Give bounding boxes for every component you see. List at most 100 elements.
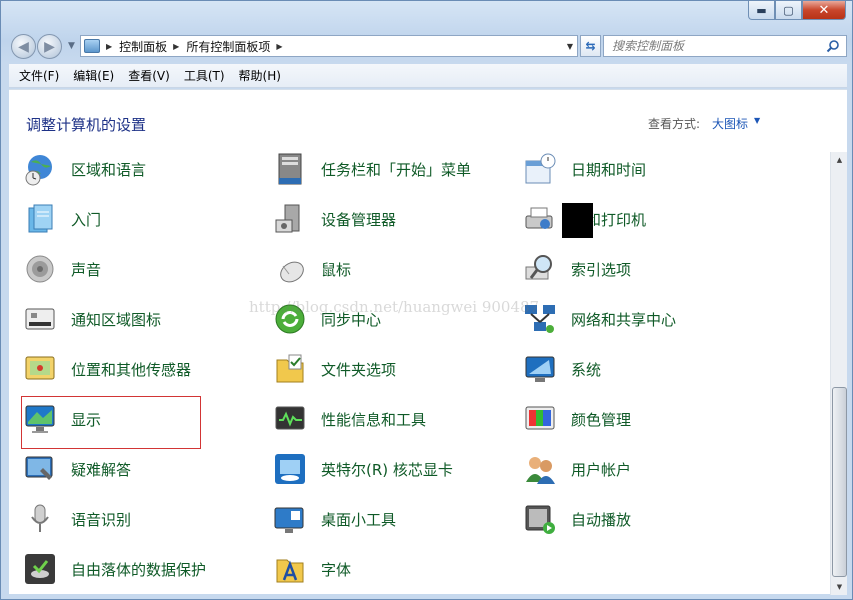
watermark: http://blog.csdn.net/huangwei 900487 <box>249 298 540 316</box>
window-frame: ▬ ▢ ✕ ◀ ▶ ▼ ▶ 控制面板 ▶ 所有控制面板项 ▶ ▼ ⇆ 文件(F)… <box>0 0 853 600</box>
item-color-management[interactable]: 颜色管理 <box>523 402 753 436</box>
item-taskbar-start[interactable]: 任务栏和「开始」菜单 <box>273 152 503 186</box>
chevron-right-icon[interactable]: ▶ <box>106 42 112 51</box>
taskbar-icon <box>278 153 302 185</box>
minimize-button[interactable]: ▬ <box>748 1 775 20</box>
item-device-manager[interactable]: 设备管理器 <box>273 202 503 236</box>
item-label: 英特尔(R) 核芯显卡 <box>321 460 453 479</box>
back-button[interactable]: ◀ <box>11 34 36 59</box>
item-label: 自动播放 <box>571 510 632 529</box>
chevron-down-icon[interactable]: ▼ <box>567 42 573 51</box>
recent-pages-dropdown[interactable]: ▼ <box>68 41 75 51</box>
menu-tools[interactable]: 工具(T) <box>184 67 225 84</box>
autoplay-icon <box>525 505 555 534</box>
gadgets-icon <box>274 507 304 533</box>
chevron-right-icon[interactable]: ▶ <box>276 42 282 51</box>
item-gadgets[interactable]: 桌面小工具 <box>273 502 503 536</box>
scroll-thumb[interactable] <box>832 387 847 577</box>
notification-icon <box>25 308 55 330</box>
globe-clock-icon <box>25 155 52 186</box>
menu-bar: 文件(F) 编辑(E) 查看(V) 工具(T) 帮助(H) <box>9 64 847 88</box>
items-grid: 区域和语言 入门 声音 通知区域图标 位置和其他传感器 显示 疑难解答 语音识别… <box>21 152 823 592</box>
item-label: 字体 <box>321 560 352 579</box>
item-label: 设备管理器 <box>321 210 397 229</box>
item-location-sensors[interactable]: 位置和其他传感器 <box>23 352 253 386</box>
maximize-button[interactable]: ▢ <box>775 1 802 20</box>
getting-started-icon <box>28 204 53 233</box>
item-region-language[interactable]: 区域和语言 <box>23 152 253 186</box>
display-highlight-box <box>21 396 201 449</box>
menu-help[interactable]: 帮助(H) <box>239 67 281 84</box>
scroll-up-icon[interactable]: ▲ <box>832 152 847 168</box>
caret-down-icon[interactable]: ▼ <box>754 116 760 125</box>
item-speech[interactable]: 语音识别 <box>23 502 253 536</box>
breadcrumb-control-panel[interactable]: 控制面板 <box>119 38 167 55</box>
mouse-icon <box>280 261 304 283</box>
close-button[interactable]: ✕ <box>802 1 846 20</box>
page-title: 调整计算机的设置 <box>26 116 147 134</box>
fonts-icon <box>276 559 304 583</box>
item-label: 日期和时间 <box>571 160 647 179</box>
caption-buttons: ▬ ▢ ✕ <box>748 1 846 20</box>
item-label: 颜色管理 <box>571 410 632 429</box>
item-label: 语音识别 <box>71 510 132 529</box>
intel-graphics-icon <box>275 454 305 484</box>
menu-view[interactable]: 查看(V) <box>128 67 170 84</box>
item-folder-options[interactable]: 文件夹选项 <box>273 352 503 386</box>
item-label: 声音 <box>71 260 102 279</box>
calendar-clock-icon <box>525 153 556 184</box>
device-manager-icon <box>275 204 300 233</box>
system-icon <box>525 356 555 382</box>
forward-button[interactable]: ▶ <box>37 34 62 59</box>
item-label: 位置和其他传感器 <box>71 360 192 379</box>
item-label: 性能信息和工具 <box>321 410 427 429</box>
refresh-button[interactable]: ⇆ <box>580 35 601 57</box>
item-network-sharing[interactable]: 网络和共享中心 <box>523 302 753 336</box>
item-label: 索引选项 <box>571 260 632 279</box>
item-label: 通知区域图标 <box>71 310 162 329</box>
item-label: 系统 <box>571 360 602 379</box>
item-label: 区域和语言 <box>71 160 147 179</box>
item-label: 任务栏和「开始」菜单 <box>321 160 472 179</box>
item-fonts[interactable]: 字体 <box>273 552 503 586</box>
item-autoplay[interactable]: 自动播放 <box>523 502 753 536</box>
redaction-box <box>562 203 593 238</box>
item-label: 网络和共享中心 <box>571 310 677 329</box>
address-bar[interactable]: ▶ 控制面板 ▶ 所有控制面板项 ▶ ▼ <box>80 35 578 57</box>
item-indexing[interactable]: 索引选项 <box>523 252 753 286</box>
item-getting-started[interactable]: 入门 <box>23 202 253 236</box>
item-sound[interactable]: 声音 <box>23 252 253 286</box>
item-performance[interactable]: 性能信息和工具 <box>273 402 503 436</box>
menu-edit[interactable]: 编辑(E) <box>73 67 114 84</box>
search-input[interactable] <box>612 36 822 56</box>
item-system[interactable]: 系统 <box>523 352 753 386</box>
view-by-label: 查看方式: <box>648 117 701 131</box>
magnifier-icon <box>525 255 552 280</box>
item-user-accounts[interactable]: 用户帐户 <box>523 452 753 486</box>
item-troubleshooting[interactable]: 疑难解答 <box>23 452 253 486</box>
item-mouse[interactable]: 鼠标 <box>273 252 503 286</box>
performance-icon <box>275 406 305 430</box>
microphone-icon <box>31 504 49 532</box>
breadcrumb-all-items[interactable]: 所有控制面板项 <box>186 38 270 55</box>
item-date-time[interactable]: 日期和时间 <box>523 152 753 186</box>
item-label: 文件夹选项 <box>321 360 397 379</box>
speaker-icon <box>26 255 54 283</box>
search-icon[interactable] <box>826 39 840 53</box>
content-pane: 调整计算机的设置 查看方式: 大图标 ▼ 区域和语言 入门 声音 通知区域图标 … <box>9 89 847 595</box>
item-intel-graphics[interactable]: 英特尔(R) 核芯显卡 <box>273 452 503 486</box>
menu-file[interactable]: 文件(F) <box>19 67 59 84</box>
item-devices-printers[interactable]: 备和打印机 <box>523 202 753 236</box>
location-sensor-icon <box>25 356 55 380</box>
chevron-right-icon[interactable]: ▶ <box>173 42 179 51</box>
item-data-protection[interactable]: 自由落体的数据保护 <box>23 552 253 586</box>
data-protection-icon <box>25 554 55 584</box>
folder-options-icon <box>276 354 304 383</box>
item-notification-icons[interactable]: 通知区域图标 <box>23 302 253 336</box>
printer-icon <box>525 207 553 229</box>
scroll-down-icon[interactable]: ▼ <box>832 579 847 595</box>
view-by-dropdown[interactable]: 大图标 <box>712 115 748 132</box>
item-label: 疑难解答 <box>71 460 132 479</box>
search-box <box>603 35 847 57</box>
vertical-scrollbar[interactable]: ▲ ▼ <box>830 152 847 595</box>
